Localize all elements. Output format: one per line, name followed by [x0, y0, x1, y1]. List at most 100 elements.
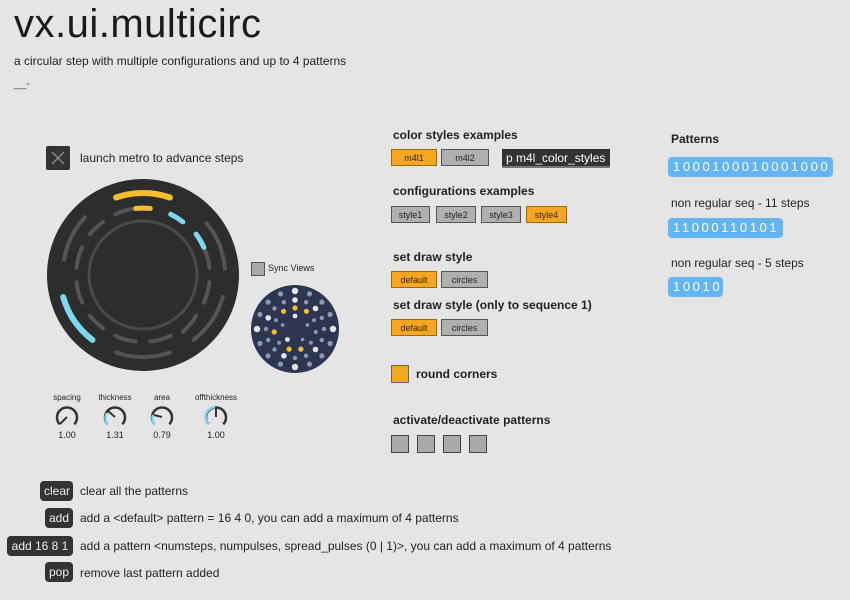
- step-dot: [292, 297, 298, 303]
- add-description: add a <default> pattern = 16 4 0, you ca…: [80, 511, 459, 525]
- step-dot: [281, 353, 287, 359]
- step-dot: [312, 318, 317, 323]
- knob-value-spacing: 1.00: [58, 430, 76, 440]
- step-dot: [265, 299, 271, 305]
- knob-value-thickness: 1.31: [106, 430, 124, 440]
- add-button[interactable]: add: [45, 508, 73, 528]
- draw-default-button[interactable]: default: [391, 271, 437, 288]
- step-dot: [300, 337, 305, 342]
- m4l1-button[interactable]: m4l1: [391, 149, 437, 166]
- pop-description: remove last pattern added: [80, 566, 220, 580]
- step-dot: [265, 315, 271, 321]
- step-dot: [321, 326, 327, 332]
- style3-button[interactable]: style3: [481, 206, 521, 223]
- step-dot: [305, 323, 310, 327]
- style1-button[interactable]: style1: [391, 206, 430, 223]
- step-dot: [292, 313, 298, 319]
- round-corners-label: round corners: [416, 367, 498, 381]
- step-dot: [313, 330, 318, 334]
- spacing-knob[interactable]: [54, 404, 80, 430]
- step-dot: [263, 326, 269, 332]
- page-subtitle: a circular step with multiple configurat…: [14, 54, 347, 68]
- pattern-1-toggle[interactable]: [391, 435, 409, 453]
- step-dot: [285, 337, 290, 342]
- step-dot: [266, 337, 271, 343]
- color-styles-subpatcher[interactable]: p m4l_color_styles: [502, 149, 610, 168]
- pattern-3-label: non regular seq - 5 steps: [671, 256, 804, 270]
- knob-value-offthickness: 1.00: [207, 430, 225, 440]
- sync-views-label: Sync Views: [268, 263, 315, 273]
- step-dot: [298, 346, 304, 352]
- pattern-3-field[interactable]: 10010: [668, 277, 723, 297]
- step-dot: [272, 306, 277, 311]
- step-dot: [319, 337, 324, 343]
- area-knob[interactable]: [149, 404, 175, 430]
- step-dot: [327, 340, 333, 347]
- step-dot: [277, 361, 284, 367]
- style4-button[interactable]: style4: [526, 206, 567, 223]
- close-icon: [51, 151, 65, 165]
- configurations-heading: configurations examples: [393, 184, 535, 198]
- step-dot: [291, 363, 299, 371]
- step-dot: [319, 299, 325, 305]
- step-dot: [312, 346, 319, 353]
- step-dot: [271, 329, 277, 335]
- step-dot: [253, 325, 261, 333]
- step-dot: [327, 311, 333, 318]
- metro-toggle[interactable]: [46, 146, 70, 170]
- step-dot: [303, 353, 309, 358]
- pattern-1-field[interactable]: 1000100010001000: [668, 157, 833, 177]
- patterns-heading: Patterns: [671, 132, 720, 146]
- thickness-knob[interactable]: [102, 404, 128, 430]
- knob-label-offthickness: offthickness: [194, 393, 238, 402]
- step-dot: [292, 305, 298, 311]
- step-dot: [257, 340, 263, 347]
- draw-style-seq1-heading: set draw style (only to sequence 1): [393, 298, 592, 312]
- draw-style-heading: set draw style: [393, 250, 473, 264]
- step-dot: [306, 291, 313, 297]
- add-16-8-1-button[interactable]: add 16 8 1: [7, 536, 73, 556]
- seq1-default-button[interactable]: default: [391, 319, 437, 336]
- multicirc-display[interactable]: [46, 178, 240, 372]
- sync-views-toggle[interactable]: [251, 262, 265, 276]
- activate-heading: activate/deactivate patterns: [393, 413, 551, 427]
- pattern-4-toggle[interactable]: [469, 435, 487, 453]
- pop-button[interactable]: pop: [45, 562, 73, 582]
- seq1-circles-button[interactable]: circles: [441, 319, 488, 336]
- knob-label-spacing: spacing: [53, 393, 81, 402]
- metro-label: launch metro to advance steps: [80, 151, 244, 165]
- step-dot: [286, 346, 292, 352]
- step-dot: [281, 300, 287, 305]
- page-title: vx.ui.multicirc: [14, 2, 262, 46]
- step-dot: [319, 353, 325, 359]
- step-dot: [257, 311, 263, 318]
- pattern-2-field[interactable]: 11000110101: [668, 218, 783, 238]
- clear-description: clear all the patterns: [80, 484, 189, 498]
- step-dot: [329, 325, 337, 333]
- m4l2-button[interactable]: m4l2: [441, 149, 489, 166]
- step-dot: [277, 291, 284, 297]
- add-custom-description: add a pattern <numsteps, numpulses, spre…: [80, 539, 612, 553]
- step-dot: [277, 340, 282, 345]
- style2-button[interactable]: style2: [436, 206, 476, 223]
- knob-label-thickness: thickness: [98, 393, 132, 402]
- step-dot: [291, 287, 299, 295]
- separator-text: __-: [14, 78, 30, 90]
- pattern-2-label: non regular seq - 11 steps: [671, 196, 810, 210]
- step-dot: [273, 318, 278, 323]
- step-dot: [319, 315, 324, 321]
- step-dot: [312, 305, 319, 312]
- step-dot: [281, 308, 287, 314]
- knob-label-area: area: [153, 393, 170, 402]
- multicirc-mini-display[interactable]: [251, 285, 339, 373]
- clear-button[interactable]: clear: [40, 481, 73, 501]
- color-styles-heading: color styles examples: [393, 128, 518, 142]
- pattern-2-toggle[interactable]: [417, 435, 435, 453]
- pattern-3-toggle[interactable]: [443, 435, 461, 453]
- step-dot: [308, 340, 313, 345]
- round-corners-toggle[interactable]: [391, 365, 409, 383]
- step-dot: [265, 353, 271, 359]
- offthickness-knob[interactable]: [203, 404, 229, 430]
- draw-circles-button[interactable]: circles: [441, 271, 488, 288]
- step-dot: [272, 347, 277, 352]
